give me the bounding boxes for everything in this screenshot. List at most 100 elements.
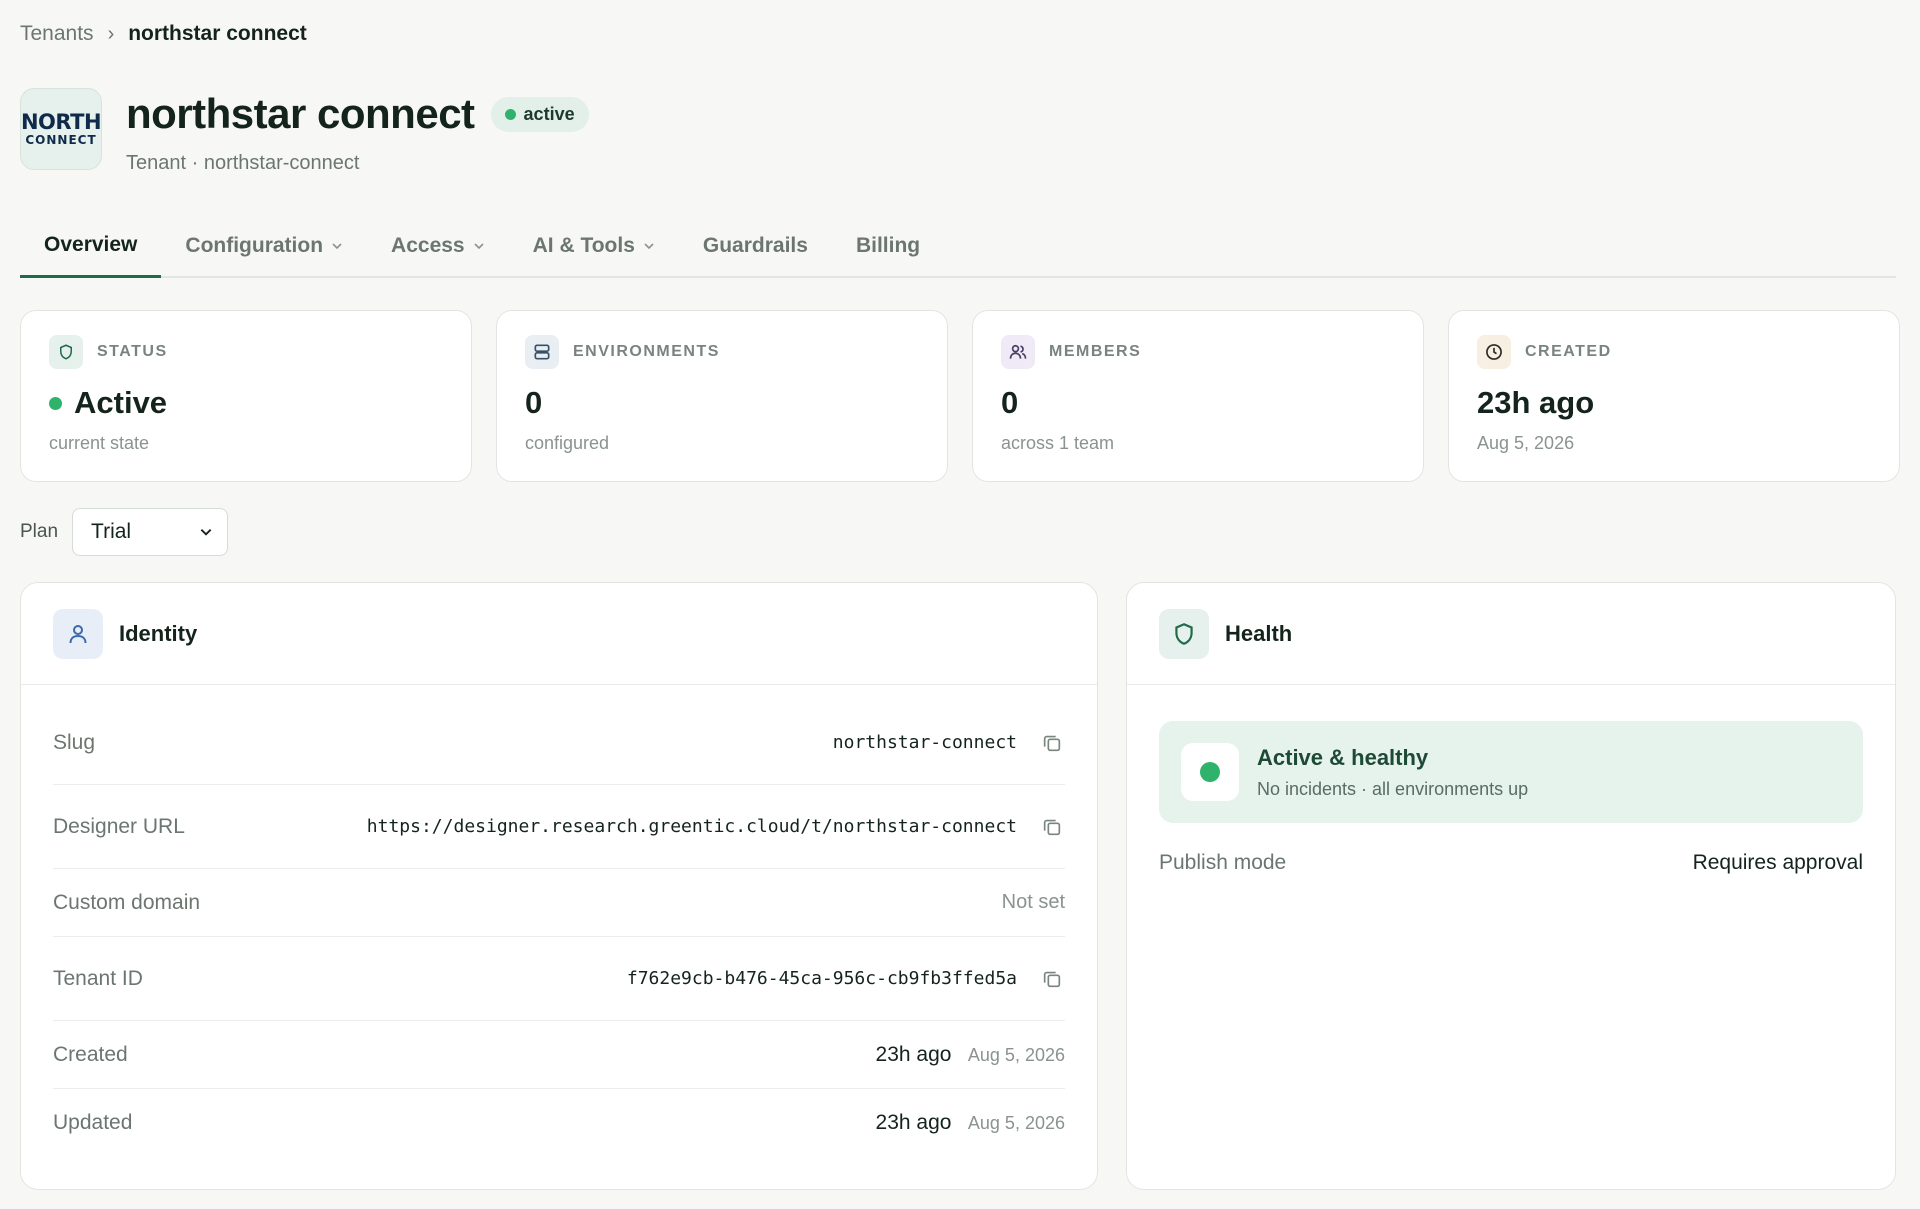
identity-panel-header: Identity: [21, 583, 1097, 685]
created-date: Aug 5, 2026: [967, 1044, 1065, 1065]
user-icon: [53, 608, 103, 659]
row-label: Updated: [53, 1111, 133, 1134]
stat-value: 0: [525, 385, 543, 420]
tab-overview[interactable]: Overview: [20, 214, 162, 278]
identity-row-slug: Slug northstar-connect: [53, 701, 1065, 785]
identity-row-designer-url: Designer URL https://designer.research.g…: [53, 785, 1065, 869]
stat-card-environments: ENVIRONMENTS 0 configured: [496, 310, 948, 482]
health-panel-title: Health: [1225, 620, 1293, 646]
stat-value: 23h ago: [1477, 385, 1595, 420]
breadcrumb: Tenants › northstar connect: [20, 22, 307, 46]
tab-access-label: Access: [391, 234, 465, 257]
healthy-dot-icon: [1200, 762, 1220, 782]
chevron-down-icon: [332, 243, 342, 250]
tab-billing[interactable]: Billing: [832, 214, 944, 278]
breadcrumb-current: northstar connect: [128, 22, 307, 45]
health-status-sub: No incidents · all environments up: [1257, 778, 1529, 799]
logo-text-line1: NORTH: [20, 110, 102, 134]
created-relative: 23h ago: [875, 1042, 952, 1066]
stat-sub: configured: [525, 433, 610, 453]
clock-icon: [1477, 335, 1511, 369]
health-status-title: Active & healthy: [1257, 744, 1429, 770]
health-status-box: Active & healthy No incidents · all envi…: [1159, 721, 1863, 823]
stat-label: STATUS: [97, 343, 168, 360]
chevron-down-icon: [200, 529, 212, 536]
health-body: Active & healthy No incidents · all envi…: [1127, 685, 1895, 875]
identity-row-created: Created 23h ago Aug 5, 2026: [53, 1021, 1065, 1089]
stat-sub: Aug 5, 2026: [1477, 433, 1575, 453]
plan-select[interactable]: Trial: [72, 508, 229, 556]
stat-card-status: STATUS Active current state: [20, 310, 472, 482]
tenant-page: Tenants › northstar connect NORTH CONNEC…: [0, 0, 1920, 1209]
tab-guardrails-label: Guardrails: [702, 234, 808, 257]
tab-guardrails[interactable]: Guardrails: [679, 214, 832, 278]
health-panel: Health Active & healthy No incidents · a…: [1126, 582, 1896, 1190]
page-subtitle: Tenant · northstar-connect: [126, 152, 360, 174]
users-icon: [1001, 335, 1035, 369]
active-dot-icon: [49, 396, 62, 410]
stat-card-created: CREATED 23h ago Aug 5, 2026: [1448, 310, 1900, 482]
breadcrumb-separator: ›: [107, 22, 115, 45]
row-label: Designer URL: [53, 814, 185, 838]
chevron-down-icon: [644, 243, 654, 250]
plan-select-value: Trial: [91, 520, 132, 543]
stat-value: 0: [1001, 385, 1019, 420]
status-badge-label: active: [523, 103, 575, 124]
stat-label: CREATED: [1525, 343, 1612, 360]
page-title: northstar connect: [126, 90, 475, 137]
copy-icon[interactable]: [1039, 730, 1065, 756]
tenant-logo: NORTH CONNECT: [20, 88, 102, 170]
stat-value: Active: [74, 385, 168, 420]
row-label: Created: [53, 1042, 128, 1066]
identity-row-custom-domain: Custom domain Not set: [53, 869, 1065, 937]
publish-mode-row: Publish mode Requires approval: [1159, 851, 1863, 875]
row-label: Custom domain: [53, 890, 201, 914]
updated-relative: 23h ago: [875, 1111, 952, 1134]
plan-label: Plan: [20, 521, 59, 542]
page-header: NORTH CONNECT northstar connect active T…: [20, 88, 589, 175]
logo-text-line2: CONNECT: [25, 133, 97, 147]
tab-access[interactable]: Access: [367, 214, 509, 278]
chevron-down-icon: [474, 243, 484, 250]
tab-bar: Overview Configuration Access AI & Tools…: [20, 214, 1896, 278]
stat-sub: current state: [49, 433, 150, 453]
status-badge: active: [490, 96, 589, 132]
identity-rows: Slug northstar-connect Designer URL http…: [21, 685, 1097, 1157]
tab-ai-tools[interactable]: AI & Tools: [509, 214, 679, 278]
stat-cards: STATUS Active current state ENVIRONMENTS…: [20, 310, 1900, 482]
plan-field: Plan Trial: [20, 508, 229, 556]
tab-billing-label: Billing: [855, 234, 921, 257]
tab-configuration-label: Configuration: [185, 234, 324, 257]
identity-panel-title: Identity: [119, 620, 198, 646]
tab-configuration[interactable]: Configuration: [161, 214, 367, 278]
breadcrumb-tenants-link[interactable]: Tenants: [20, 22, 94, 46]
stat-label: ENVIRONMENTS: [573, 343, 720, 360]
row-label: Slug: [53, 730, 96, 754]
server-icon: [525, 335, 559, 369]
title-block: northstar connect active Tenant · norths…: [126, 88, 589, 175]
tab-overview-label: Overview: [44, 232, 138, 256]
title-row: northstar connect active: [126, 90, 589, 138]
stat-sub: across 1 team: [1001, 433, 1115, 453]
identity-panel: Identity Slug northstar-connect Designer…: [20, 582, 1098, 1190]
stat-card-members: MEMBERS 0 across 1 team: [972, 310, 1424, 482]
identity-row-tenant-id: Tenant ID f762e9cb-b476-45ca-956c-cb9fb3…: [53, 937, 1065, 1021]
status-dot-icon: [504, 108, 516, 120]
updated-date: Aug 5, 2026: [967, 1113, 1065, 1133]
tab-ai-tools-label: AI & Tools: [532, 234, 635, 257]
health-panel-header: Health: [1127, 583, 1895, 685]
health-indicator: [1181, 743, 1239, 801]
publish-mode-label: Publish mode: [1159, 851, 1287, 874]
publish-mode-value: Requires approval: [1692, 851, 1863, 874]
shield-icon: [1159, 608, 1209, 659]
stat-label: MEMBERS: [1049, 343, 1142, 360]
copy-icon[interactable]: [1039, 966, 1065, 992]
tenant-id-value: f762e9cb-b476-45ca-956c-cb9fb3ffed5a: [626, 968, 1017, 989]
row-label: Tenant ID: [53, 966, 143, 990]
designer-url-value: https://designer.research.greentic.cloud…: [366, 816, 1017, 837]
copy-icon[interactable]: [1039, 814, 1065, 840]
identity-row-updated: Updated 23h ago Aug 5, 2026: [53, 1089, 1065, 1157]
custom-domain-value: Not set: [1001, 891, 1065, 913]
shield-icon: [49, 335, 83, 369]
slug-value: northstar-connect: [832, 732, 1017, 753]
